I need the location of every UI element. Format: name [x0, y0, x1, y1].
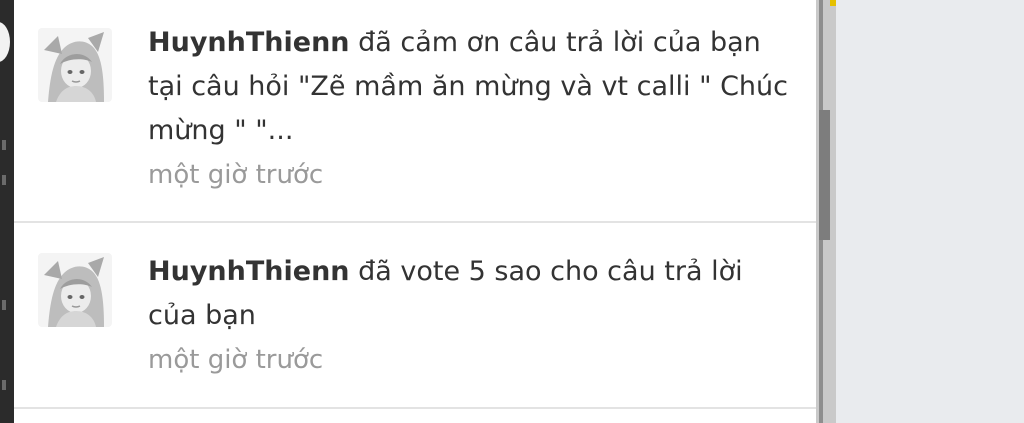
background-speck — [2, 380, 6, 390]
background-speck — [2, 175, 6, 185]
avatar-image — [38, 253, 112, 327]
screen: HuynhThienn đã cảm ơn câu trả lời của bạ… — [0, 0, 1024, 423]
notification-username[interactable]: HuynhThienn — [148, 256, 350, 287]
notifications-panel: HuynhThienn đã cảm ơn câu trả lời của bạ… — [14, 0, 816, 423]
anime-avatar-icon[interactable] — [38, 28, 112, 102]
background-speck — [2, 300, 6, 310]
notification-item[interactable]: HuynhThienn đã vote 5 sao cho câu trả lờ… — [14, 223, 816, 409]
background-speck — [2, 140, 6, 150]
notification-item[interactable]: HuynhThienn đã cảm ơn câu trả lời của bạ… — [14, 0, 816, 223]
background-page-edge — [0, 0, 14, 423]
notification-text: HuynhThienn đã cảm ơn câu trả lời của bạ… — [148, 21, 798, 197]
notification-username[interactable]: HuynhThienn — [148, 27, 350, 58]
panel-scrollbar[interactable] — [816, 0, 836, 423]
notification-time: một giờ trước — [148, 160, 324, 190]
notification-text: HuynhThienn đã vote 5 sao cho câu trả lờ… — [148, 250, 798, 382]
avatar-image — [38, 28, 112, 102]
page-background — [836, 0, 1024, 423]
notification-time: một giờ trước — [148, 345, 324, 375]
round-button-edge — [0, 22, 10, 62]
anime-avatar-icon[interactable] — [38, 253, 112, 327]
scrollbar-thumb[interactable] — [819, 110, 830, 240]
